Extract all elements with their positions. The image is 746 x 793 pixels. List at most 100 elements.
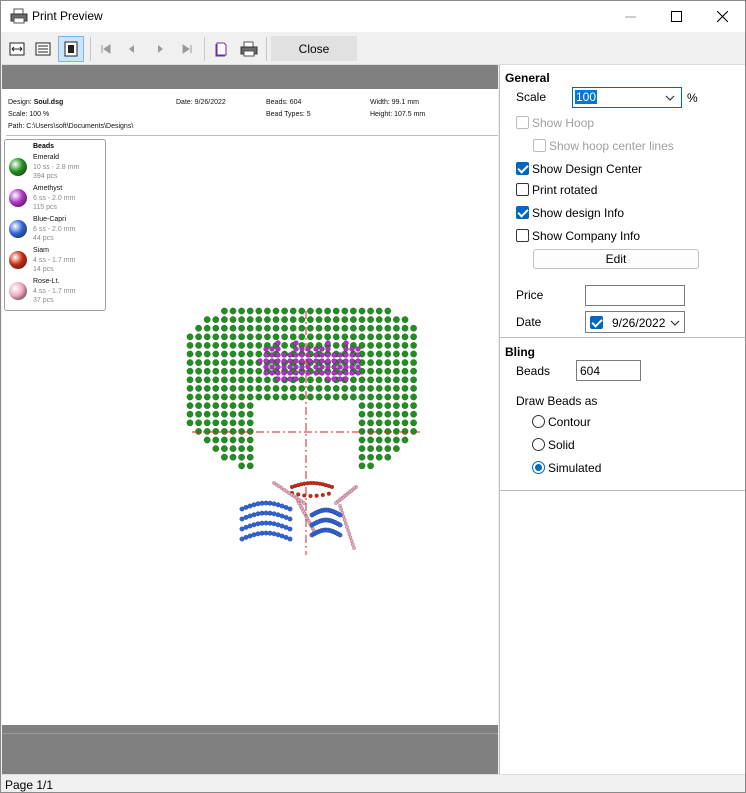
bead bbox=[367, 410, 375, 418]
bead bbox=[358, 316, 366, 324]
bead bbox=[238, 324, 246, 332]
bead-legend: Beads Emerald 10 ss - 2.8 mm 394 pcs Amethy… bbox=[4, 139, 106, 311]
bead-swatch-icon bbox=[9, 282, 27, 300]
bead bbox=[220, 419, 228, 427]
bead-swatch-icon bbox=[9, 189, 27, 207]
bead bbox=[358, 402, 366, 410]
close-window-button[interactable] bbox=[699, 1, 745, 32]
minimize-button[interactable] bbox=[607, 1, 653, 32]
bead bbox=[186, 410, 194, 418]
scale-combobox[interactable]: 100 bbox=[572, 87, 682, 108]
bead bbox=[375, 367, 383, 375]
show-hoop-center-checkbox[interactable] bbox=[533, 139, 546, 152]
bead bbox=[306, 316, 314, 324]
next-page-button[interactable] bbox=[147, 36, 173, 62]
bead bbox=[331, 358, 337, 364]
bead-swatch-icon bbox=[9, 251, 27, 269]
date-enabled-checkbox[interactable] bbox=[590, 316, 603, 329]
show-company-info-checkbox[interactable] bbox=[516, 229, 529, 242]
first-page-icon bbox=[101, 44, 111, 54]
bead bbox=[358, 462, 366, 470]
bead bbox=[195, 427, 203, 435]
print-rotated-checkbox[interactable] bbox=[516, 183, 529, 196]
bead bbox=[306, 376, 314, 384]
bead bbox=[346, 528, 351, 533]
bead bbox=[358, 376, 366, 384]
date-picker[interactable]: 9/26/2022 bbox=[585, 311, 685, 333]
bead bbox=[375, 419, 383, 427]
bead bbox=[375, 350, 383, 358]
beads-label: Beads bbox=[516, 364, 551, 378]
bead bbox=[375, 436, 383, 444]
bead bbox=[220, 316, 228, 324]
bead bbox=[212, 393, 220, 401]
actual-size-button[interactable] bbox=[58, 36, 84, 62]
bead bbox=[384, 376, 392, 384]
bead bbox=[367, 427, 375, 435]
bead bbox=[255, 384, 263, 392]
previous-page-button[interactable] bbox=[119, 36, 145, 62]
bead bbox=[315, 376, 323, 384]
first-page-button[interactable] bbox=[93, 36, 119, 62]
bead bbox=[229, 316, 237, 324]
bead bbox=[343, 352, 349, 358]
bead bbox=[306, 384, 314, 392]
bead bbox=[255, 367, 263, 375]
page-width-button[interactable] bbox=[4, 36, 30, 62]
bead bbox=[281, 352, 287, 358]
show-hoop-label: Show Hoop bbox=[532, 116, 595, 130]
bead bbox=[338, 504, 342, 508]
simulated-radio[interactable] bbox=[532, 461, 545, 474]
close-button[interactable]: Close bbox=[271, 36, 357, 61]
bead bbox=[302, 501, 306, 505]
edit-company-button[interactable]: Edit bbox=[533, 249, 699, 269]
solid-radio[interactable] bbox=[532, 438, 545, 451]
bead bbox=[186, 376, 194, 384]
bead bbox=[246, 419, 254, 427]
bead bbox=[331, 376, 337, 382]
bead bbox=[246, 333, 254, 341]
full-page-button[interactable] bbox=[30, 36, 56, 62]
preview-area[interactable]: Design: Soul.dsg Scale: 100 % Path: C:\U… bbox=[2, 65, 498, 774]
bead bbox=[367, 376, 375, 384]
bead bbox=[255, 350, 263, 358]
bead bbox=[238, 307, 246, 315]
bead bbox=[313, 358, 319, 364]
bead bbox=[275, 346, 281, 352]
bead bbox=[263, 393, 271, 401]
maximize-button[interactable] bbox=[653, 1, 699, 32]
bead bbox=[375, 333, 383, 341]
bead bbox=[392, 367, 400, 375]
price-input[interactable] bbox=[585, 285, 685, 306]
bead bbox=[238, 419, 246, 427]
bead bbox=[358, 393, 366, 401]
bead bbox=[341, 384, 349, 392]
print-button[interactable] bbox=[236, 36, 262, 62]
show-design-info-label: Show design Info bbox=[532, 206, 625, 220]
bead bbox=[212, 376, 220, 384]
page-setup-button[interactable] bbox=[208, 36, 234, 62]
draw-beads-as-label: Draw Beads as bbox=[516, 394, 598, 408]
bead bbox=[367, 393, 375, 401]
chevron-down-icon bbox=[665, 95, 675, 101]
bead bbox=[367, 316, 375, 324]
last-page-button[interactable] bbox=[174, 36, 200, 62]
beads-count-field[interactable]: 604 bbox=[576, 360, 641, 381]
bead bbox=[349, 316, 357, 324]
printer-icon bbox=[10, 8, 28, 24]
bead bbox=[341, 307, 349, 315]
show-design-info-checkbox[interactable] bbox=[516, 206, 529, 219]
show-hoop-checkbox[interactable] bbox=[516, 116, 529, 129]
legend-item: Rose-Lt. 4 ss - 1.7 mm 37 pcs bbox=[5, 278, 105, 309]
bead bbox=[343, 521, 348, 526]
bead bbox=[410, 350, 418, 358]
show-design-center-checkbox[interactable] bbox=[516, 162, 529, 175]
bead bbox=[238, 333, 246, 341]
contour-radio[interactable] bbox=[532, 415, 545, 428]
bead bbox=[299, 370, 305, 376]
bead bbox=[275, 370, 281, 376]
print-icon bbox=[240, 41, 258, 57]
bead bbox=[203, 341, 211, 349]
bead bbox=[212, 359, 220, 367]
bead bbox=[401, 350, 409, 358]
